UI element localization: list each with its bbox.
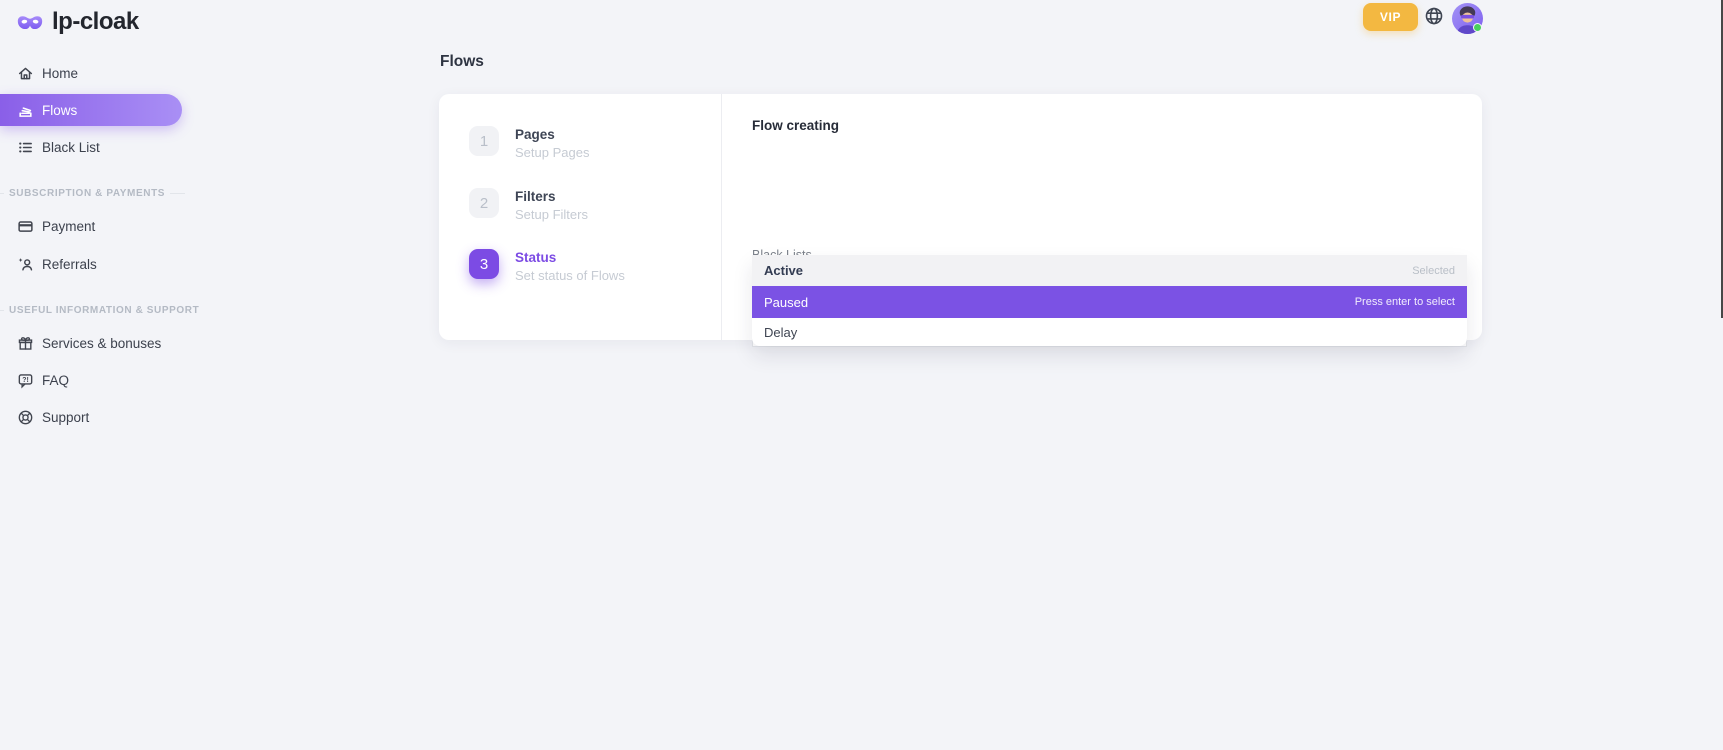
svg-text:?!: ?!: [22, 376, 29, 383]
section-label: SUBSCRIPTION & PAYMENTS: [9, 188, 165, 199]
home-icon: [17, 65, 34, 82]
option-active[interactable]: Active Selected: [752, 255, 1467, 286]
wizard-step-filters[interactable]: 2 Filters Setup Filters: [469, 188, 588, 222]
sidebar-item-label: Flows: [42, 103, 77, 118]
wizard-step-pages[interactable]: 1 Pages Setup Pages: [469, 126, 589, 160]
option-hint: Press enter to select: [1355, 296, 1455, 308]
sidebar-item-black-list[interactable]: Black List: [0, 131, 200, 163]
sidebar-item-label: Black List: [42, 140, 100, 155]
sidebar-item-services[interactable]: Services & bonuses: [0, 327, 200, 359]
page-title: Flows: [440, 53, 484, 71]
brand: lp-cloak: [15, 8, 139, 36]
online-status-dot: [1473, 23, 1482, 32]
step-number-badge: 2: [469, 188, 499, 218]
sidebar-item-label: Support: [42, 410, 89, 425]
flow-wizard-card: 1 Pages Setup Pages 2 Filters Setup Filt…: [439, 94, 1482, 340]
sidebar-section-subscription: SUBSCRIPTION & PAYMENTS: [0, 185, 185, 201]
brand-name: lp-cloak: [52, 8, 139, 36]
sidebar-item-home[interactable]: Home: [0, 57, 200, 89]
lifebuoy-icon: [17, 409, 34, 426]
section-divider: [170, 193, 185, 194]
option-hint: Selected: [1412, 265, 1455, 277]
flow-status-dropdown: Active Selected Paused Press enter to se…: [752, 255, 1467, 346]
sidebar-item-faq[interactable]: ?! FAQ: [0, 364, 200, 396]
step-subtitle: Set status of Flows: [515, 268, 625, 283]
step-subtitle: Setup Pages: [515, 145, 589, 160]
sidebar-section-support: USEFUL INFORMATION & SUPPORT: [0, 302, 185, 318]
sidebar-item-label: Services & bonuses: [42, 336, 161, 351]
panel-divider: [721, 94, 722, 340]
option-label: Delay: [764, 325, 797, 340]
gift-icon: [17, 335, 34, 352]
sidebar-item-flows[interactable]: Flows: [0, 94, 182, 126]
list-icon: [17, 139, 34, 156]
step-number-badge: 1: [469, 126, 499, 156]
sidebar-item-label: FAQ: [42, 373, 69, 388]
faq-bubble-icon: ?!: [17, 372, 34, 389]
flows-stack-icon: [17, 102, 34, 119]
sidebar-item-label: Home: [42, 66, 78, 81]
option-label: Paused: [764, 295, 808, 310]
option-delay[interactable]: Delay: [752, 318, 1467, 346]
mask-logo-icon: [15, 11, 45, 33]
referral-user-icon: [17, 256, 34, 273]
wizard-step-status[interactable]: 3 Status Set status of Flows: [469, 249, 625, 283]
section-label: USEFUL INFORMATION & SUPPORT: [9, 305, 199, 316]
step-title: Status: [515, 250, 625, 265]
step-number-badge: 3: [469, 249, 499, 279]
vip-button[interactable]: VIP: [1363, 3, 1418, 31]
form-title: Flow creating: [752, 118, 839, 133]
sidebar-item-label: Payment: [42, 219, 95, 234]
option-label: Active: [764, 263, 803, 278]
language-globe-icon[interactable]: [1424, 6, 1444, 26]
step-subtitle: Setup Filters: [515, 207, 588, 222]
sidebar-item-referrals[interactable]: Referrals: [0, 248, 200, 280]
credit-card-icon: [17, 218, 34, 235]
app-page: lp-cloak VIP Home Flow: [0, 0, 1723, 750]
sidebar-item-label: Referrals: [42, 257, 97, 272]
step-title: Filters: [515, 189, 588, 204]
sidebar-item-support[interactable]: Support: [0, 401, 200, 433]
sidebar-item-payment[interactable]: Payment: [0, 210, 200, 242]
option-paused[interactable]: Paused Press enter to select: [752, 286, 1467, 318]
step-title: Pages: [515, 127, 589, 142]
